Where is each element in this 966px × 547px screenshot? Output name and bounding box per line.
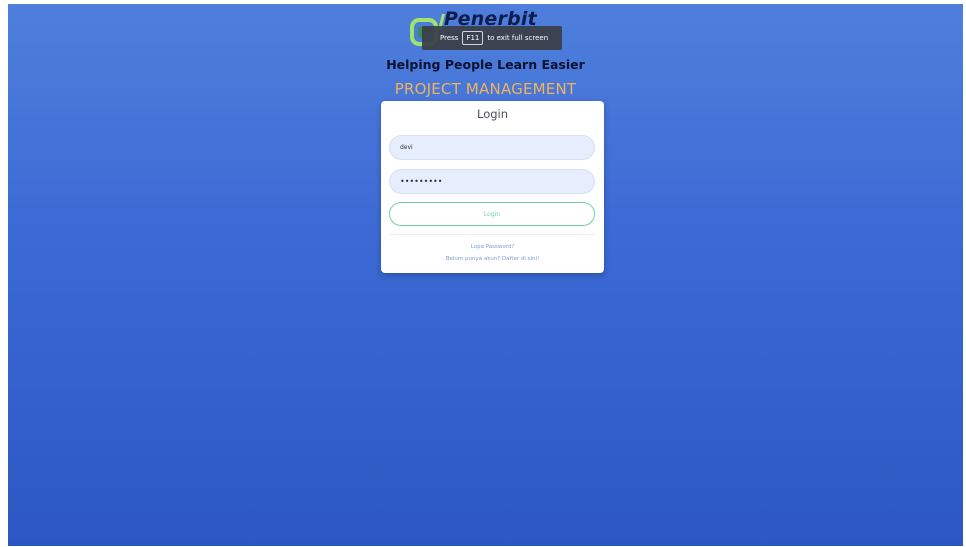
forgot-password-link[interactable]: Lupa Password? bbox=[381, 244, 604, 250]
fullscreen-tooltip: Press F11 to exit full screen bbox=[422, 26, 562, 50]
brand-tagline: Helping People Learn Easier bbox=[386, 57, 585, 72]
username-input[interactable] bbox=[389, 135, 595, 160]
login-button[interactable]: Login bbox=[389, 202, 595, 226]
card-divider bbox=[389, 234, 595, 235]
password-input[interactable] bbox=[389, 169, 595, 194]
fullscreen-tip-key: F11 bbox=[462, 31, 484, 45]
login-title: Login bbox=[476, 107, 509, 121]
fullscreen-tip-prefix: Press bbox=[440, 34, 459, 42]
fullscreen-tip-suffix: to exit full screen bbox=[487, 34, 549, 42]
register-link[interactable]: Belum punya akun? Daftar di sini! bbox=[381, 256, 604, 262]
app-title: PROJECT MANAGEMENT bbox=[394, 80, 577, 98]
page-background: Penerbit Press F11 to exit full screen H… bbox=[8, 4, 963, 546]
